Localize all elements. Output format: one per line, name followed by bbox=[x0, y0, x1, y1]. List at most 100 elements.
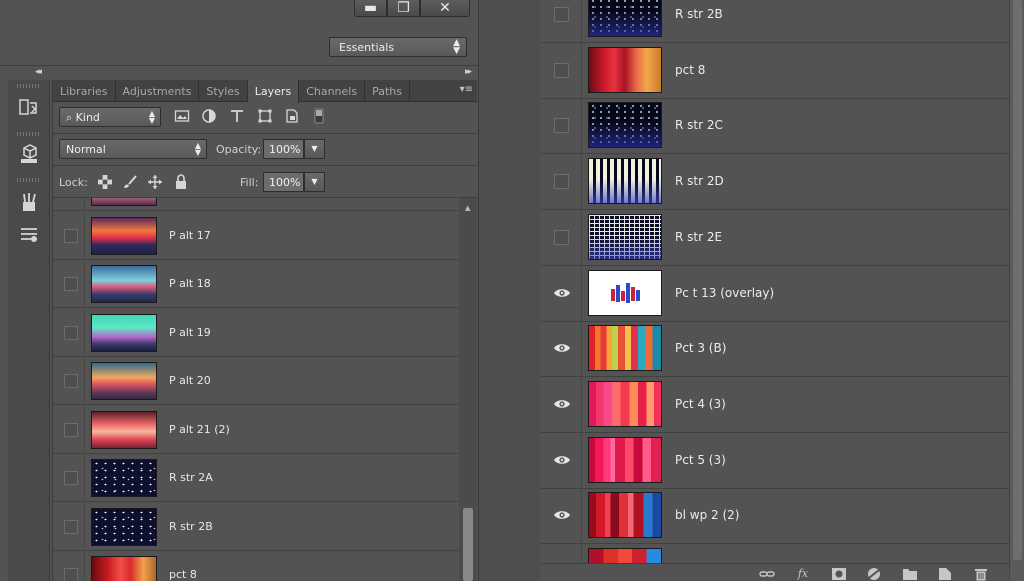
tab-adjustments[interactable]: Adjustments bbox=[116, 80, 200, 102]
layer-row[interactable]: R str 2B bbox=[53, 502, 459, 551]
layer-thumbnail[interactable] bbox=[588, 325, 662, 372]
visibility-toggle[interactable] bbox=[64, 568, 78, 581]
tab-layers[interactable]: Layers bbox=[247, 80, 300, 103]
scrollbar-thumb[interactable] bbox=[1013, 0, 1022, 560]
visibility-toggle[interactable] bbox=[64, 471, 78, 485]
layer-name[interactable]: P alt 20 bbox=[169, 374, 211, 387]
strip-grip[interactable] bbox=[17, 84, 41, 88]
layer-thumbnail[interactable] bbox=[91, 265, 157, 303]
layer-thumbnail[interactable] bbox=[91, 362, 157, 400]
layer-thumbnail[interactable] bbox=[91, 198, 157, 206]
layer-name[interactable]: Pc t 13 (overlay) bbox=[675, 286, 774, 300]
layer-name[interactable]: R str 2E bbox=[675, 230, 722, 244]
layer-thumbnail[interactable] bbox=[588, 492, 662, 539]
expand-panel-icon[interactable]: ▸▸ bbox=[465, 67, 472, 77]
workspace-dropdown[interactable]: Essentials ▲ ▼ bbox=[329, 37, 467, 57]
layer-row[interactable]: P alt 21 (2) bbox=[53, 405, 459, 454]
layer-list-scrollbar[interactable]: ▲ bbox=[459, 198, 477, 581]
scroll-up-icon[interactable]: ▲ bbox=[465, 204, 470, 212]
layer-name[interactable]: Pct 5 (3) bbox=[675, 453, 726, 467]
visibility-toggle[interactable] bbox=[64, 422, 78, 437]
fill-field[interactable]: 100% bbox=[263, 172, 304, 192]
image-filter-icon[interactable] bbox=[173, 108, 191, 124]
strip-grip[interactable] bbox=[17, 178, 41, 182]
kind-filter-dropdown[interactable]: ⌕ Kind ▲ ▼ bbox=[59, 107, 161, 127]
visibility-toggle[interactable] bbox=[554, 229, 569, 245]
3d-cube-icon[interactable] bbox=[17, 142, 41, 166]
layer-name[interactable]: P alt 21 (2) bbox=[169, 423, 230, 436]
layer-thumbnail[interactable] bbox=[91, 313, 157, 352]
layer-thumbnail[interactable] bbox=[588, 0, 662, 37]
eye-icon[interactable] bbox=[553, 398, 571, 410]
delete-layer-icon[interactable] bbox=[971, 567, 991, 581]
layer-row[interactable]: Pc t 13 (overlay) bbox=[541, 265, 1009, 322]
layer-thumbnail[interactable] bbox=[588, 436, 662, 483]
lock-position-icon[interactable] bbox=[147, 174, 163, 190]
eye-icon[interactable] bbox=[553, 342, 571, 354]
strip-grip[interactable] bbox=[17, 132, 41, 136]
layer-name[interactable]: R str 2B bbox=[169, 520, 213, 533]
layer-thumbnail[interactable] bbox=[588, 380, 662, 427]
layer-row[interactable]: R str 2D bbox=[541, 154, 1009, 211]
layer-row[interactable]: Pct 4 (3) bbox=[541, 376, 1009, 433]
brush-settings-icon[interactable] bbox=[17, 222, 41, 246]
visibility-toggle[interactable] bbox=[64, 374, 78, 388]
layer-name[interactable]: pct 8 bbox=[169, 568, 197, 581]
layer-row[interactable]: pct 8 bbox=[53, 551, 459, 581]
restore-button[interactable]: ❐ bbox=[387, 0, 420, 17]
brush-presets-icon[interactable] bbox=[17, 190, 41, 214]
layer-thumbnail[interactable] bbox=[91, 459, 157, 497]
eye-icon[interactable] bbox=[553, 509, 571, 521]
scrollbar-thumb[interactable] bbox=[463, 508, 473, 581]
fx-icon[interactable]: fx bbox=[793, 567, 813, 581]
shape-filter-icon[interactable] bbox=[256, 108, 274, 124]
layer-name[interactable]: P alt 17 bbox=[169, 229, 211, 242]
tab-channels[interactable]: Channels bbox=[299, 80, 366, 102]
new-layer-icon[interactable] bbox=[935, 567, 955, 581]
layer-name[interactable]: P alt 18 bbox=[169, 277, 211, 290]
layer-row[interactable]: Pct 3 (B) bbox=[541, 321, 1009, 378]
layer-thumbnail[interactable] bbox=[588, 269, 662, 316]
layer-row[interactable]: pct 8 bbox=[541, 42, 1009, 99]
layer-thumbnail[interactable] bbox=[91, 410, 157, 449]
layer-name[interactable]: P alt 19 bbox=[169, 326, 211, 339]
layer-row[interactable]: R str 2A bbox=[53, 454, 459, 502]
layer-row[interactable]: R str 2C bbox=[541, 98, 1009, 155]
new-group-icon[interactable] bbox=[900, 567, 920, 581]
visibility-toggle[interactable] bbox=[64, 519, 78, 534]
filter-toggle-icon[interactable] bbox=[313, 108, 325, 124]
layer-name[interactable]: R str 2B bbox=[675, 7, 723, 21]
lock-image-icon[interactable] bbox=[122, 174, 138, 190]
smart-object-filter-icon[interactable] bbox=[283, 108, 301, 124]
visibility-toggle[interactable] bbox=[554, 118, 569, 134]
layer-row[interactable]: bl wp 2 (2) bbox=[541, 488, 1009, 545]
eye-icon[interactable] bbox=[553, 454, 571, 466]
layer-row[interactable]: P alt 20 bbox=[53, 357, 459, 405]
layer-name[interactable]: Pct 3 (B) bbox=[675, 341, 726, 355]
layer-name[interactable]: R str 2A bbox=[169, 471, 213, 484]
opacity-dropdown-button[interactable]: ▼ bbox=[304, 139, 325, 159]
tab-paths[interactable]: Paths bbox=[365, 80, 410, 102]
layer-name[interactable]: R str 2D bbox=[675, 174, 724, 188]
layer-row[interactable] bbox=[53, 198, 459, 211]
history-icon[interactable] bbox=[17, 96, 41, 120]
close-button[interactable]: ✕ bbox=[420, 0, 470, 17]
layer-name[interactable]: pct 8 bbox=[675, 63, 705, 77]
panel-menu-icon[interactable]: ▾≡ bbox=[460, 84, 473, 95]
fill-dropdown-button[interactable]: ▼ bbox=[304, 172, 325, 192]
adjustment-layer-icon[interactable] bbox=[864, 567, 884, 581]
layer-row[interactable]: P alt 17 bbox=[53, 211, 459, 260]
layer-name[interactable]: R str 2C bbox=[675, 118, 723, 132]
layer-row[interactable]: P alt 19 bbox=[53, 308, 459, 357]
tab-styles[interactable]: Styles bbox=[199, 80, 248, 102]
adjustment-filter-icon[interactable] bbox=[200, 108, 218, 124]
blend-mode-dropdown[interactable]: Normal ▲ ▼ bbox=[59, 139, 207, 159]
layer-row[interactable]: Pct 5 (3) bbox=[541, 432, 1009, 489]
tab-libraries[interactable]: Libraries bbox=[53, 80, 116, 102]
layer-row[interactable]: R str 2E bbox=[541, 209, 1009, 266]
eye-icon[interactable] bbox=[553, 287, 571, 299]
lock-transparent-icon[interactable] bbox=[97, 174, 113, 190]
layer-thumbnail[interactable] bbox=[91, 216, 157, 255]
layer-thumbnail[interactable] bbox=[91, 556, 157, 581]
layer-thumbnail[interactable] bbox=[588, 158, 662, 205]
